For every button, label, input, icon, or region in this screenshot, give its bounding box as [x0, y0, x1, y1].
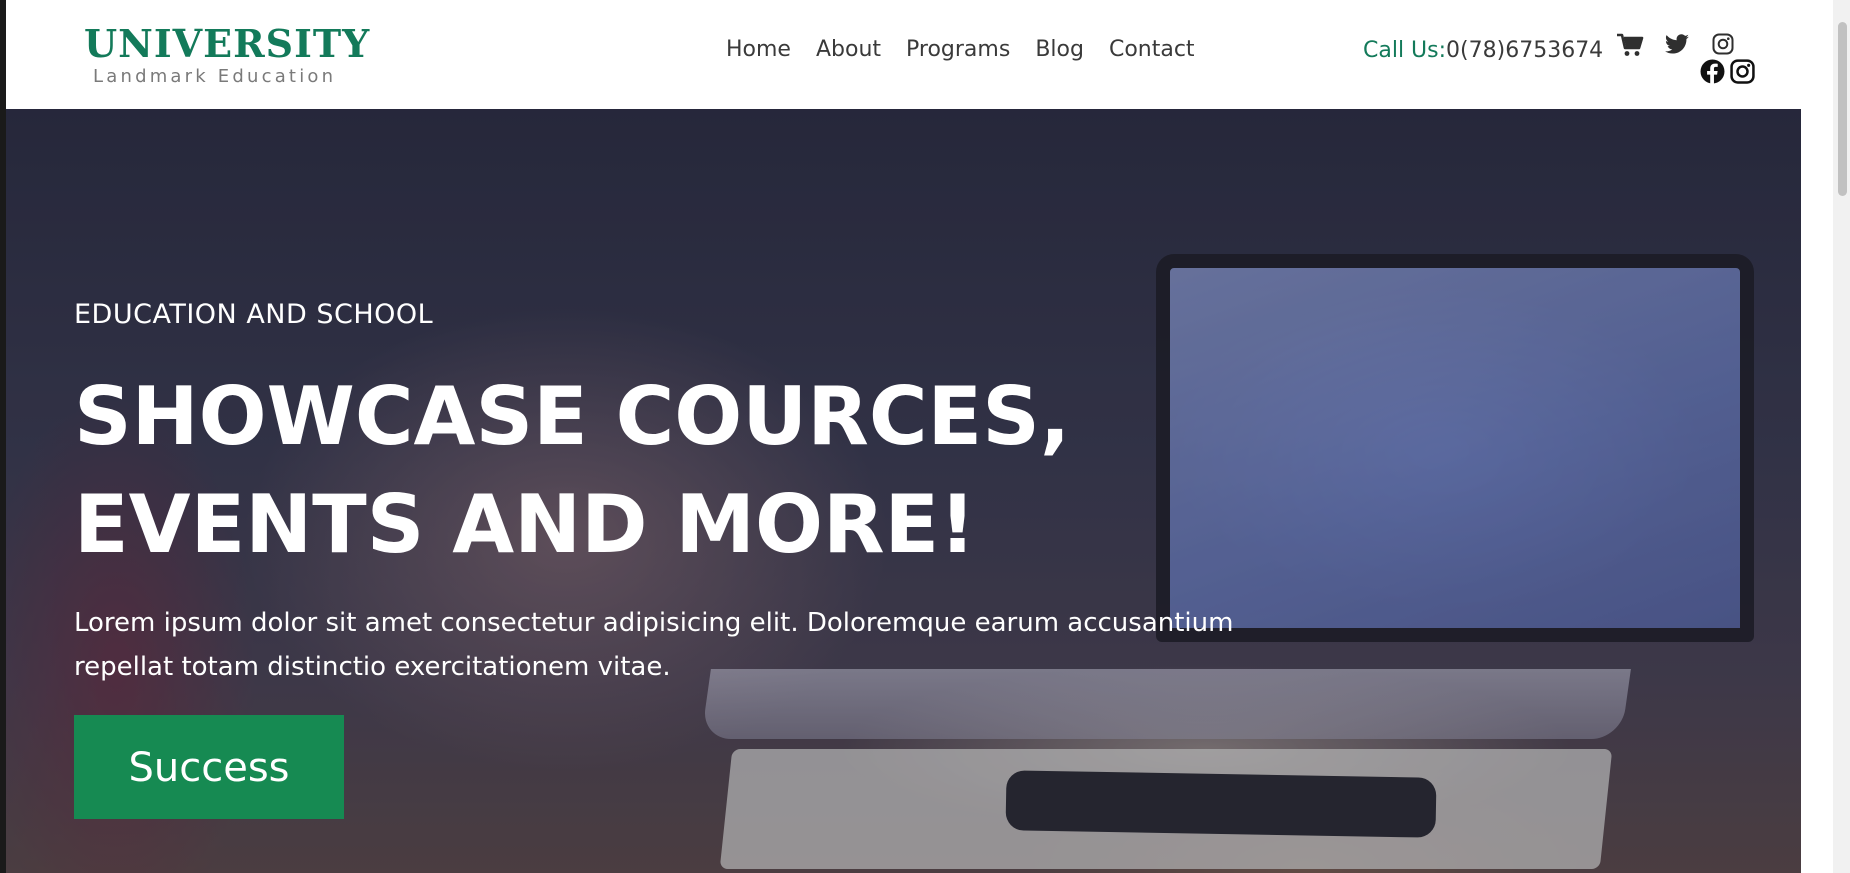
site-header: UNIVERSITY Landmark Education Home About… [6, 0, 1801, 109]
hero-content: EDUCATION AND SCHOOL SHOWCASE COURCES, E… [74, 297, 1374, 819]
nav-item-about[interactable]: About [816, 34, 881, 66]
facebook-icon[interactable] [1700, 59, 1725, 84]
hero-eyebrow: EDUCATION AND SCHOOL [74, 299, 434, 330]
cart-icon[interactable] [1616, 32, 1644, 58]
call-us-label: Call Us: [1363, 38, 1447, 63]
nav-item-blog[interactable]: Blog [1035, 34, 1084, 66]
nav-item-contact[interactable]: Contact [1109, 34, 1195, 66]
hero-headline: SHOWCASE COURCES, EVENTS AND MORE! [74, 370, 1071, 571]
phone-number: 0(78)6753674 [1446, 38, 1604, 63]
instagram-icon[interactable] [1712, 33, 1734, 55]
hero-banner: EDUCATION AND SCHOOL SHOWCASE COURCES, E… [6, 109, 1801, 873]
main-nav: Home About Programs Blog Contact [726, 34, 1195, 66]
logo-title: UNIVERSITY [84, 21, 371, 66]
twitter-icon[interactable] [1664, 34, 1690, 56]
call-us[interactable]: Call Us:0(78)6753674 [1363, 36, 1603, 66]
nav-item-programs[interactable]: Programs [906, 34, 1010, 66]
nav-item-home[interactable]: Home [726, 34, 791, 66]
scrollbar-thumb[interactable] [1838, 22, 1847, 196]
page: UNIVERSITY Landmark Education Home About… [0, 0, 1850, 873]
logo-subtitle: Landmark Education [93, 66, 337, 87]
success-button[interactable]: Success [74, 715, 344, 819]
instagram-icon[interactable] [1730, 59, 1755, 84]
hero-lead-text: Lorem ipsum dolor sit amet consectetur a… [74, 608, 1234, 682]
site-logo[interactable]: UNIVERSITY Landmark Education [84, 21, 371, 88]
